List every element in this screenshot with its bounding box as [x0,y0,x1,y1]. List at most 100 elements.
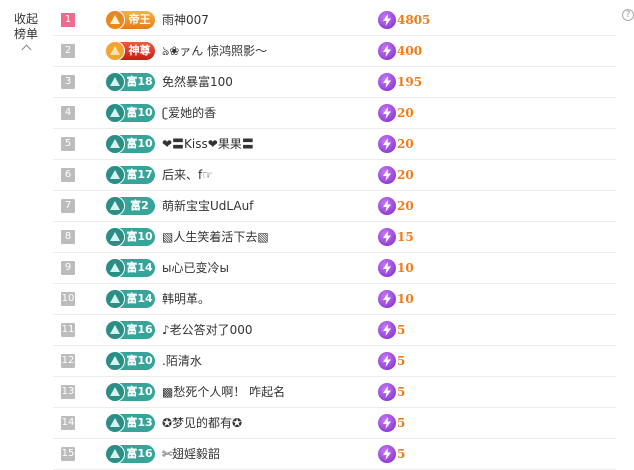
contribution-count: 20 [397,168,414,182]
level-badge-label: 富16 [126,323,153,336]
level-badge-icon [105,413,125,433]
user-name[interactable]: ❤〓Kiss❤果果〓 [162,136,254,152]
contribution-count: 195 [397,75,423,89]
user-name[interactable]: ▧人生笑着活下去▧ [162,229,269,245]
level-badge: 富13 [105,413,155,433]
collapse-leaderboard-button[interactable]: 收起 榜单 [6,12,46,55]
leaderboard-row[interactable]: 7 富2 萌新宝宝UdLAuf 20 [53,191,616,222]
user-name[interactable]: 萌新宝宝UdLAuf [162,198,253,214]
level-badge: 富14 [105,289,155,309]
lightning-icon [378,321,396,339]
lightning-icon [378,228,396,246]
level-badge: 富10 [105,103,155,123]
lightning-icon [378,166,396,184]
leaderboard-row[interactable]: 15 富16 ✄翅婬毅韶 5 [53,439,616,470]
lightning-icon [378,73,396,91]
level-badge-icon [105,72,125,92]
leaderboard-row[interactable]: 12 富10 .陌清水 5 [53,346,616,377]
user-name[interactable]: 免然暴富100 [162,74,233,90]
contribution-count: 5 [397,323,406,337]
user-name[interactable]: 韩明革。 [162,291,210,307]
level-badge-icon [105,41,125,61]
leaderboard-row[interactable]: 8 富10 ▧人生笑着活下去▧ 15 [53,222,616,253]
rank-number: 2 [61,44,75,58]
lightning-icon [378,11,396,29]
chevron-up-icon [21,44,31,55]
leaderboard-row[interactable]: 14 富13 ✪梦见的都有✪ 5 [53,408,616,439]
rank-number: 12 [61,354,75,368]
user-name[interactable]: ы心已变冷ы [162,260,229,276]
rank-number: 8 [61,230,75,244]
level-badge: 富16 [105,320,155,340]
leaderboard-row[interactable]: 9 富14 ы心已变冷ы 10 [53,253,616,284]
level-badge: 富10 [105,134,155,154]
contribution-count: 10 [397,261,414,275]
contribution-count: 4805 [397,13,431,27]
level-badge-icon [105,10,125,30]
leaderboard-row[interactable]: 4 富10 ʗ爱她的香 20 [53,98,616,129]
level-badge: 帝王 [105,10,155,30]
user-name[interactable]: 雨神007 [162,12,209,28]
rank-number: 14 [61,416,75,430]
contribution-count: 20 [397,137,414,151]
rank-number: 4 [61,106,75,120]
level-badge: 富10 [105,351,155,371]
level-badge-icon [105,134,125,154]
lightning-icon [378,135,396,153]
leaderboard-row[interactable]: 11 富16 ♪老公答对了000 5 [53,315,616,346]
rank-number: 6 [61,168,75,182]
leaderboard-row[interactable]: 1 帝王 雨神007 4805 [53,5,616,36]
collapse-label-line2: 榜单 [13,27,38,41]
user-name[interactable]: ʗ爱她的香 [162,105,216,121]
user-name[interactable]: ♪老公答对了000 [162,322,253,338]
rank-number: 1 [61,13,75,27]
level-badge-label: 帝王 [128,13,151,26]
level-badge-label: 富10 [126,230,153,243]
user-name[interactable]: ✪梦见的都有✪ [162,415,242,431]
contribution-count: 5 [397,354,406,368]
lightning-icon [378,445,396,463]
level-badge-icon [105,382,125,402]
contribution-count: 5 [397,447,406,461]
lightning-icon [378,352,396,370]
rank-number: 3 [61,75,75,89]
level-badge-label: 神尊 [128,44,151,57]
user-name[interactable]: ✄翅婬毅韶 [162,446,220,462]
level-badge-label: 富10 [126,354,153,367]
user-name[interactable]: ▩愁死个人啊！ 咋起名 [162,384,285,400]
level-badge-label: 富10 [126,106,153,119]
level-badge-icon [105,103,125,123]
contribution-count: 20 [397,199,414,213]
lightning-icon [378,104,396,122]
level-badge-label: 富13 [126,416,153,429]
rank-number: 9 [61,261,75,275]
level-badge-label: 富18 [126,75,153,88]
help-icon[interactable]: ? [622,9,634,21]
user-name[interactable]: ঌ❀ァん 惊鸿照影～ [162,43,267,59]
leaderboard-row[interactable]: 13 富10 ▩愁死个人啊！ 咋起名 5 [53,377,616,408]
contribution-count: 15 [397,230,414,244]
level-badge: 富16 [105,444,155,464]
level-badge-icon [105,227,125,247]
rank-number: 13 [61,385,75,399]
level-badge: 神尊 [105,41,155,61]
leaderboard-list: 1 帝王 雨神007 4805 2 神尊 ঌ❀ァん 惊鸿照影～ 400 3 富18 免然暴富100 1… [53,5,616,470]
user-name[interactable]: .陌清水 [162,353,202,369]
contribution-count: 20 [397,106,414,120]
leaderboard-row[interactable]: 6 富17 后来、f☞ 20 [53,160,616,191]
leaderboard-row[interactable]: 10 富14 韩明革。 10 [53,284,616,315]
contribution-count: 5 [397,385,406,399]
lightning-icon [378,42,396,60]
level-badge: 富18 [105,72,155,92]
level-badge-icon [105,196,125,216]
level-badge-icon [105,351,125,371]
leaderboard-row[interactable]: 5 富10 ❤〓Kiss❤果果〓 20 [53,129,616,160]
level-badge-icon [105,165,125,185]
user-name[interactable]: 后来、f☞ [162,167,213,183]
level-badge: 富10 [105,382,155,402]
leaderboard-row[interactable]: 2 神尊 ঌ❀ァん 惊鸿照影～ 400 [53,36,616,67]
leaderboard-row[interactable]: 3 富18 免然暴富100 195 [53,67,616,98]
level-badge-label: 富14 [126,261,153,274]
rank-number: 7 [61,199,75,213]
rank-number: 15 [61,447,75,461]
